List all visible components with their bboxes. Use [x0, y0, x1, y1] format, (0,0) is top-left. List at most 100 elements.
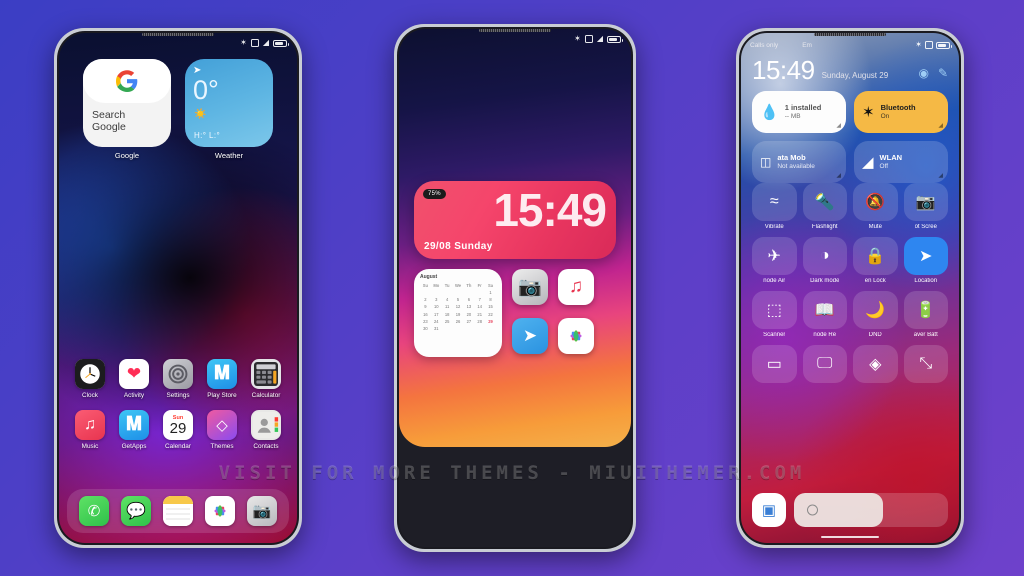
- calendar-day-cell[interactable]: 2: [420, 297, 431, 303]
- brightness-knob-icon[interactable]: [807, 504, 818, 516]
- app-contacts[interactable]: Contacts: [249, 410, 283, 450]
- calendar-day-cell[interactable]: 5: [453, 297, 464, 303]
- battery-icon[interactable]: ▭: [752, 345, 797, 383]
- app-icon[interactable]: ▣: [752, 493, 786, 527]
- calendar-day-cell[interactable]: 15: [485, 304, 496, 310]
- moon-icon[interactable]: 🌙: [853, 291, 898, 329]
- heart-icon[interactable]: ❤: [119, 359, 149, 389]
- app-calendar[interactable]: Sun 29 Calendar: [161, 410, 195, 450]
- photos-icon[interactable]: [558, 318, 594, 354]
- calendar-day-cell[interactable]: 16: [420, 312, 431, 318]
- calendar-day-cell[interactable]: 23: [420, 319, 431, 325]
- quick-toggle[interactable]: 📷 ot Scree: [903, 183, 948, 230]
- tile-bluetooth[interactable]: ✶ Bluetooth On ◢: [854, 91, 948, 133]
- brightness-slider[interactable]: [794, 493, 948, 527]
- app-activity[interactable]: ❤ Activity: [117, 359, 151, 399]
- weather-widget-box[interactable]: ➤ 0° ☀️ H:° L:°: [185, 59, 273, 147]
- calendar-day-cell[interactable]: 12: [453, 304, 464, 310]
- dark-mode-icon[interactable]: ◑: [802, 237, 847, 275]
- calendar-day-cell[interactable]: 31: [431, 326, 442, 332]
- quick-toggle[interactable]: ▭: [752, 345, 797, 386]
- airplane-icon[interactable]: ✈: [752, 237, 797, 275]
- tile-wlan[interactable]: ◢ WLAN Off ◢: [854, 141, 948, 183]
- nfc-icon[interactable]: ◈: [853, 345, 898, 383]
- weather-widget[interactable]: ➤ 0° ☀️ H:° L:° Weather: [185, 59, 273, 160]
- app-calculator[interactable]: Calculator: [249, 359, 283, 399]
- calendar-icon[interactable]: Sun 29: [163, 410, 193, 440]
- mute-icon[interactable]: 🔕: [853, 183, 898, 221]
- calendar-day-cell[interactable]: 8: [485, 297, 496, 303]
- tile-mobile-data[interactable]: ◫ ata Mob Not available ◢: [752, 141, 846, 183]
- vibrate-icon[interactable]: ≈: [752, 183, 797, 221]
- calendar-day-cell[interactable]: 25: [442, 319, 453, 325]
- book-icon[interactable]: 📖: [802, 291, 847, 329]
- calendar-day-cell[interactable]: 3: [431, 297, 442, 303]
- calendar-day-cell[interactable]: 9: [420, 304, 431, 310]
- app-themes[interactable]: ◇ Themes: [205, 410, 239, 450]
- tile-data-usage[interactable]: 💧 1 installed -- MB ◢: [752, 91, 846, 133]
- calendar-day-cell[interactable]: 1: [485, 290, 496, 296]
- quick-toggle[interactable]: 🔒 en Lock: [853, 237, 898, 284]
- calendar-day-cell[interactable]: 27: [463, 319, 474, 325]
- quick-toggle[interactable]: 🔕 Mute: [853, 183, 898, 230]
- calendar-day-cell[interactable]: 18: [442, 312, 453, 318]
- calendar-day-cell[interactable]: 30: [420, 326, 431, 332]
- calendar-day-cell[interactable]: 14: [474, 304, 485, 310]
- quick-toggle[interactable]: 🌙 DND: [853, 291, 898, 338]
- quick-toggle[interactable]: ⬚ Scanner: [752, 291, 797, 338]
- photos-icon[interactable]: [205, 496, 235, 526]
- calendar-day-cell[interactable]: 20: [463, 312, 474, 318]
- calendar-day-cell[interactable]: 21: [474, 312, 485, 318]
- expand-icon[interactable]: ⤡: [903, 345, 948, 383]
- message-icon[interactable]: 💬: [121, 496, 151, 526]
- contacts-icon[interactable]: [251, 410, 281, 440]
- quick-toggle[interactable]: ✈ node Air: [752, 237, 797, 284]
- quick-toggle[interactable]: ◈: [853, 345, 898, 386]
- calendar-day-cell[interactable]: 29: [485, 319, 496, 325]
- telegram-icon[interactable]: ➤: [512, 318, 548, 354]
- calendar-day-cell[interactable]: 26: [453, 319, 464, 325]
- quick-toggle[interactable]: 🖵: [802, 345, 847, 386]
- app-clock[interactable]: Clock: [73, 359, 107, 399]
- calendar-day-cell[interactable]: 19: [453, 312, 464, 318]
- themes-icon[interactable]: ◇: [207, 410, 237, 440]
- clock-icon[interactable]: [75, 359, 105, 389]
- app-getapps[interactable]: 𝐌 GetApps: [117, 410, 151, 450]
- calendar-day-cell[interactable]: 17: [431, 312, 442, 318]
- quick-toggle[interactable]: 🔦 Flashlight: [802, 183, 847, 230]
- quick-toggle[interactable]: ◑ Dark mode: [802, 237, 847, 284]
- app-play-store[interactable]: 𝐌 Play Store: [205, 359, 239, 399]
- calculator-icon[interactable]: [251, 359, 281, 389]
- calendar-day-cell[interactable]: 28: [474, 319, 485, 325]
- clock-widget[interactable]: 75% 15:49 29/08 Sunday: [414, 181, 616, 259]
- quick-toggle[interactable]: ⤡: [903, 345, 948, 386]
- edit-icon[interactable]: ✎: [938, 66, 948, 80]
- notes-icon[interactable]: [163, 496, 193, 526]
- google-widget[interactable]: Search Google Google: [83, 59, 171, 160]
- settings-icon[interactable]: ◉: [918, 66, 928, 80]
- app-settings[interactable]: Settings: [161, 359, 195, 399]
- quick-toggle[interactable]: ➤ Location: [903, 237, 948, 284]
- calendar-day-cell[interactable]: 11: [442, 304, 453, 310]
- calendar-day-cell[interactable]: 24: [431, 319, 442, 325]
- camera-icon[interactable]: 📷: [903, 183, 948, 221]
- calendar-day-cell[interactable]: 4: [442, 297, 453, 303]
- calendar-day-cell[interactable]: 7: [474, 297, 485, 303]
- phone-icon[interactable]: ✆: [79, 496, 109, 526]
- quick-toggle[interactable]: 🔋 aver Batt: [903, 291, 948, 338]
- location-icon[interactable]: ➤: [903, 237, 948, 275]
- music-icon[interactable]: ♫: [558, 269, 594, 305]
- calendar-widget[interactable]: August Su Mo Tu We Th Fr Sa 1 2 3 4 5 6 7 8 9 10 11 12 13 14…: [414, 269, 502, 357]
- gear-icon[interactable]: [163, 359, 193, 389]
- appstore-icon[interactable]: 𝐌: [119, 410, 149, 440]
- calendar-day-cell[interactable]: 13: [463, 304, 474, 310]
- google-search-widget-box[interactable]: Search Google: [83, 59, 171, 147]
- quick-toggle[interactable]: 📖 node Re: [802, 291, 847, 338]
- calendar-day-cell[interactable]: 6: [463, 297, 474, 303]
- quick-toggle[interactable]: ≈ Vibrate: [752, 183, 797, 230]
- music-icon[interactable]: ♫: [75, 410, 105, 440]
- lock-icon[interactable]: 🔒: [853, 237, 898, 275]
- battery-saver-icon[interactable]: 🔋: [903, 291, 948, 329]
- calendar-day-cell[interactable]: 22: [485, 312, 496, 318]
- scanner-icon[interactable]: ⬚: [752, 291, 797, 329]
